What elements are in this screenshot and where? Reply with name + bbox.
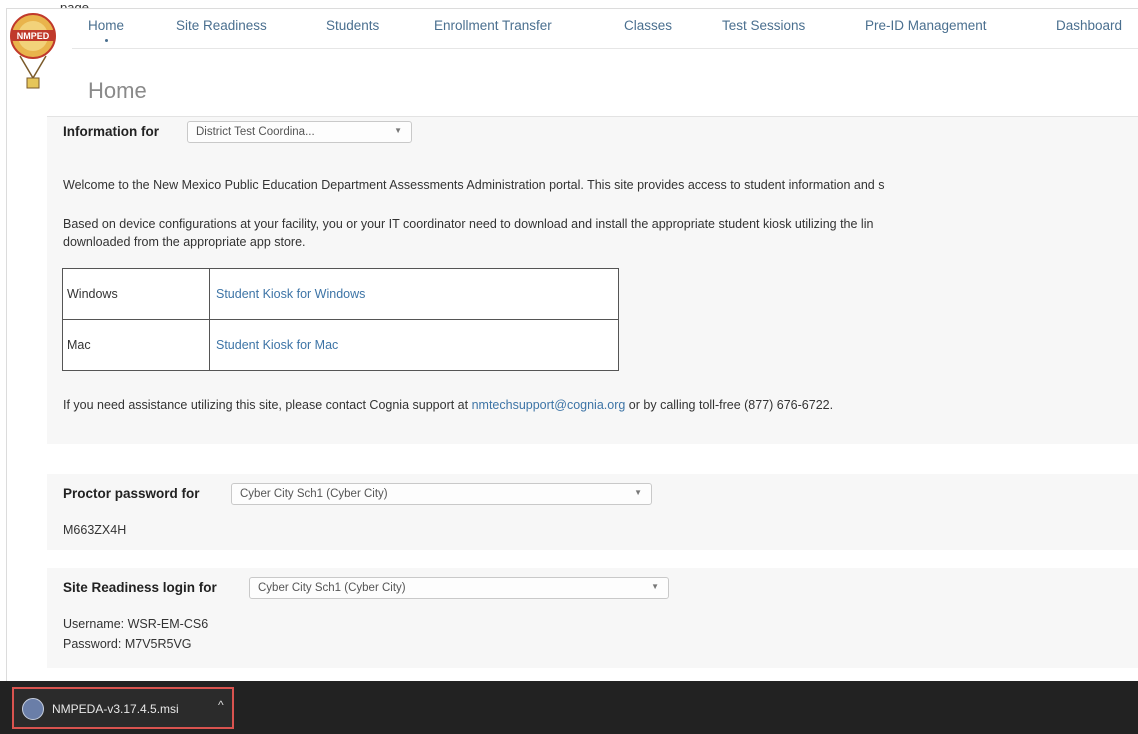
nav-pre-id-management[interactable]: Pre-ID Management — [865, 18, 987, 33]
support-email-link[interactable]: nmtechsupport@cognia.org — [472, 398, 626, 412]
site-readiness-login-label: Site Readiness login for — [63, 580, 217, 595]
download-item[interactable]: NMPEDA-v3.17.4.5.msi ^ — [12, 687, 234, 729]
student-kiosk-windows-link[interactable]: Student Kiosk for Windows — [216, 287, 365, 301]
nav-students[interactable]: Students — [326, 18, 379, 33]
kiosk-download-table: Windows Student Kiosk for Windows Mac St… — [62, 268, 619, 371]
site-readiness-school-value: Cyber City Sch1 (Cyber City) — [258, 582, 406, 594]
site-readiness-school-select[interactable]: Cyber City Sch1 (Cyber City) ▼ — [249, 577, 669, 599]
chevron-down-icon: ▼ — [634, 488, 642, 497]
svg-text:NMPED: NMPED — [17, 31, 50, 41]
nav-classes[interactable]: Classes — [624, 18, 672, 33]
chevron-up-icon[interactable]: ^ — [218, 698, 224, 712]
username-text: Username: WSR-EM-CS6 — [63, 617, 209, 631]
os-cell: Mac — [62, 319, 210, 371]
support-text: If you need assistance utilizing this si… — [63, 398, 833, 412]
chevron-down-icon: ▼ — [651, 582, 659, 591]
installer-icon — [22, 698, 44, 720]
download-filename: NMPEDA-v3.17.4.5.msi — [52, 702, 179, 716]
nav-divider — [72, 48, 1138, 49]
student-kiosk-mac-link[interactable]: Student Kiosk for Mac — [216, 338, 338, 352]
role-select[interactable]: District Test Coordina... ▼ — [187, 121, 412, 143]
password-text: Password: M7V5R5VG — [63, 637, 192, 651]
nav-home[interactable]: Home — [88, 18, 124, 42]
device-text-line2: downloaded from the appropriate app stor… — [63, 235, 306, 249]
nav-test-sessions[interactable]: Test Sessions — [722, 18, 805, 33]
nav-site-readiness[interactable]: Site Readiness — [176, 18, 267, 33]
proctor-school-select[interactable]: Cyber City Sch1 (Cyber City) ▼ — [231, 483, 652, 505]
table-row: Mac Student Kiosk for Mac — [62, 319, 619, 371]
role-select-value: District Test Coordina... — [196, 126, 315, 138]
nav-enrollment-transfer[interactable]: Enrollment Transfer — [434, 18, 552, 33]
information-for-label: Information for — [63, 124, 159, 139]
os-cell: Windows — [62, 268, 210, 320]
support-text-suffix: or by calling toll-free (877) 676-6722. — [625, 398, 834, 412]
nav-dashboard[interactable]: Dashboard — [1056, 18, 1122, 33]
table-row: Windows Student Kiosk for Windows — [62, 268, 619, 320]
support-text-prefix: If you need assistance utilizing this si… — [63, 398, 472, 412]
proctor-school-value: Cyber City Sch1 (Cyber City) — [240, 488, 388, 500]
device-text-line1: Based on device configurations at your f… — [63, 217, 874, 231]
chevron-down-icon: ▼ — [394, 126, 402, 135]
page-title: Home — [88, 78, 147, 103]
welcome-text: Welcome to the New Mexico Public Educati… — [63, 178, 885, 192]
proctor-password-label: Proctor password for — [63, 486, 200, 501]
proctor-password-value: M663ZX4H — [63, 523, 127, 537]
nmped-logo: NMPED — [10, 13, 56, 89]
